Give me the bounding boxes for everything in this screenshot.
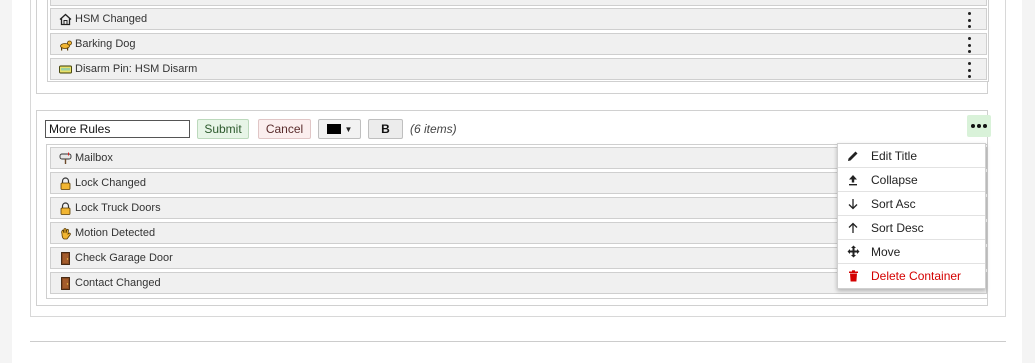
menu-item-label: Move — [871, 244, 901, 259]
trash-icon — [846, 269, 860, 283]
bold-button[interactable]: B — [368, 119, 403, 139]
collapse-icon — [846, 173, 860, 187]
menu-item-move[interactable]: Move — [838, 240, 985, 264]
dot-icon — [977, 124, 981, 128]
menu-item-collapse[interactable]: Collapse — [838, 168, 985, 192]
divider — [30, 341, 1006, 342]
row-menu-icon[interactable] — [966, 62, 972, 78]
mailbox-icon — [59, 152, 72, 165]
submit-button[interactable]: Submit — [197, 119, 249, 139]
rule-label: Lock Changed — [75, 177, 146, 189]
menu-item-label: Sort Asc — [871, 196, 916, 211]
rule-label: Disarm Pin: HSM Disarm — [75, 63, 198, 75]
menu-item-delete-container[interactable]: Delete Container — [838, 264, 985, 288]
list-item[interactable]: Disarm Pin: HSM Disarm — [50, 58, 987, 80]
lock-icon — [59, 201, 72, 215]
menu-item-label: Sort Desc — [871, 220, 924, 235]
rule-label: Check Garage Door — [75, 252, 173, 264]
menu-item-sort-asc[interactable]: Sort Asc — [838, 192, 985, 216]
door-icon — [59, 276, 72, 290]
menu-item-label: Delete Container — [871, 269, 962, 283]
list-item[interactable]: HSM Changed — [50, 8, 987, 30]
color-swatch — [326, 124, 341, 134]
menu-item-edit-title[interactable]: Edit Title — [838, 144, 985, 168]
row-menu-icon[interactable] — [966, 37, 972, 53]
list-item[interactable] — [50, 0, 987, 6]
pencil-icon — [846, 149, 860, 163]
list-item[interactable]: Barking Dog — [50, 33, 987, 55]
caret-down-icon: ▼ — [344, 124, 353, 134]
menu-item-sort-desc[interactable]: Sort Desc — [838, 216, 985, 240]
menu-item-label: Edit Title — [871, 148, 918, 163]
arrow-up-icon — [846, 221, 860, 235]
cancel-button[interactable]: Cancel — [258, 119, 311, 139]
arrow-down-icon — [846, 197, 860, 211]
dot-icon — [971, 124, 975, 128]
rule-label: Lock Truck Doors — [75, 202, 161, 214]
color-picker-button[interactable]: ▼ — [318, 119, 361, 139]
dot-icon — [983, 124, 987, 128]
container-options-menu: Edit Title Collapse Sort Asc Sort Desc M… — [837, 143, 986, 289]
door-icon — [59, 251, 72, 265]
rule-label: Contact Changed — [75, 277, 161, 289]
menu-item-label: Collapse — [871, 172, 918, 187]
keypad-icon — [59, 63, 72, 76]
rule-label: HSM Changed — [75, 13, 148, 25]
move-icon — [846, 245, 860, 259]
lock-icon — [59, 176, 72, 190]
container-title-input[interactable] — [45, 120, 190, 138]
house-icon — [59, 13, 72, 26]
dog-icon — [59, 38, 72, 51]
hand-wave-icon — [59, 227, 72, 240]
items-count: (6 items) — [410, 122, 457, 136]
rule-label: Motion Detected — [75, 227, 156, 239]
row-menu-icon[interactable] — [966, 12, 972, 28]
more-options-button[interactable] — [967, 115, 991, 137]
rule-label: Mailbox — [75, 152, 113, 164]
rule-label: Barking Dog — [75, 38, 136, 50]
